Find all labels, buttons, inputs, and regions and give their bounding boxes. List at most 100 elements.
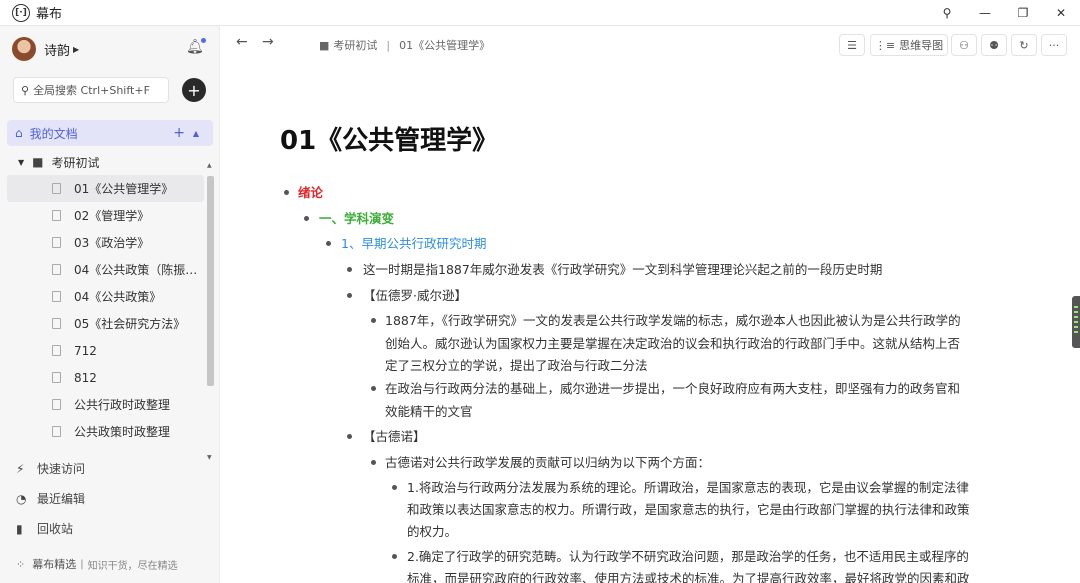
breadcrumb: ■ 考研初试 | 01《公共管理学》: [319, 37, 490, 53]
caret-down-icon[interactable]: ▼: [18, 158, 24, 167]
folder-label: 考研初试: [51, 155, 100, 170]
bullet[interactable]: [392, 554, 397, 559]
user-menu[interactable]: 诗韵 ▶: [12, 36, 79, 62]
doc-item[interactable]: 公共政策时政整理: [7, 418, 204, 445]
outline-item[interactable]: 一、学科演变: [319, 207, 394, 230]
add-button[interactable]: +: [182, 78, 206, 102]
outline-item-line[interactable]: 效能精干的文官: [385, 400, 473, 423]
bullet[interactable]: [284, 190, 289, 195]
collapse-icon[interactable]: ▲: [193, 129, 199, 138]
doc-item[interactable]: 712: [7, 337, 204, 364]
featured-sep: |: [80, 558, 84, 570]
outline-item-line[interactable]: 在政治与行政两分法的基础上，威尔逊进一步提出，一个良好政府应有两大支柱，即坚强有…: [385, 377, 960, 400]
sidebar-scrollbar[interactable]: ▲ ▼: [207, 162, 214, 462]
outline-item-line[interactable]: 2.确定了行政学的研究范畴。认为行政学不研究政治问题，那是政治学的任务，也不适用…: [407, 545, 969, 568]
document-icon: [52, 237, 61, 248]
outline-item-line[interactable]: 和政策以表达国家意志的权力。所谓行政，是国家意志的执行，它是由行政部门掌握的执行…: [407, 498, 970, 521]
sidebar-item-my-docs[interactable]: ⌂ 我的文档 + ▲: [7, 120, 213, 146]
document-icon: [52, 345, 61, 356]
doc-list: 01《公共管理学》 02《管理学》 03《政治学》 04《公共政策（陈振… 04…: [7, 175, 204, 445]
scroll-down-icon[interactable]: ▼: [207, 454, 212, 461]
trash-icon: ▮: [16, 521, 23, 536]
document-icon: [52, 183, 61, 194]
forward-icon[interactable]: →: [262, 34, 274, 50]
document-icon: [52, 318, 61, 329]
doc-item[interactable]: 04《公共政策》: [7, 283, 204, 310]
outline-item[interactable]: 这一时期是指1887年威尔逊发表《行政学研究》一文到科学管理理论兴起之前的一段历…: [363, 258, 882, 281]
outline-item[interactable]: 【伍德罗·威尔逊】: [363, 284, 467, 307]
doc-item[interactable]: 公共行政时政整理: [7, 391, 204, 418]
avatar[interactable]: [12, 37, 36, 61]
outline-item[interactable]: 1、早期公共行政研究时期: [341, 232, 486, 255]
outline-item-line[interactable]: 1887年，《行政学研究》一文的发表是公共行政学发端的标志，威尔逊本人也因此被认…: [385, 309, 961, 332]
doc-item[interactable]: 01《公共管理学》: [7, 175, 204, 202]
my-docs-label: 我的文档: [29, 126, 78, 141]
back-icon[interactable]: ←: [236, 34, 248, 50]
doc-item[interactable]: 03《政治学》: [7, 229, 204, 256]
add-doc-icon[interactable]: +: [173, 125, 185, 141]
bullet[interactable]: [371, 460, 376, 465]
document-icon: [52, 264, 61, 275]
home-icon: ⌂: [15, 126, 23, 140]
document-icon: [52, 372, 61, 383]
share-icon[interactable]: ⚇: [951, 34, 977, 56]
breadcrumb-folder[interactable]: 考研初试: [333, 37, 377, 53]
notification-dot: [201, 38, 206, 43]
collaborate-icon[interactable]: ⚉: [981, 34, 1007, 56]
scroll-thumb[interactable]: [207, 176, 214, 386]
search-placeholder: 全局搜索 Ctrl+Shift+F: [33, 84, 150, 97]
export-icon[interactable]: ↻: [1011, 34, 1037, 56]
doc-item[interactable]: 05《社会研究方法》: [7, 310, 204, 337]
doc-title[interactable]: 01《公共管理学》: [280, 120, 498, 157]
outline-item[interactable]: 古德诺对公共行政学发展的贡献可以归纳为以下两个方面：: [385, 451, 710, 474]
trash-label: 回收站: [37, 522, 74, 536]
clock-icon: ◔: [16, 491, 27, 506]
side-panel-handle[interactable]: [1072, 296, 1080, 348]
document-icon: [52, 399, 61, 410]
restore-icon[interactable]: ❐: [1004, 0, 1042, 26]
sidebar: 诗韵 ▶ 🔔︎ ⚲ 全局搜索 Ctrl+Shift+F + ⌂ 我的文档 + ▲…: [0, 26, 220, 583]
document-icon: [52, 426, 61, 437]
bullet[interactable]: [392, 485, 397, 490]
user-name[interactable]: 诗韵: [44, 40, 70, 59]
bullet[interactable]: [304, 216, 309, 221]
bullet[interactable]: [371, 386, 376, 391]
pin-icon[interactable]: ⚲: [928, 0, 966, 26]
title-bar: [·] 幕布 ⚲ — ❐ ✕: [0, 0, 1080, 26]
more-icon[interactable]: ···: [1041, 34, 1067, 56]
doc-item[interactable]: 04《公共政策（陈振…: [7, 256, 204, 283]
close-icon[interactable]: ✕: [1042, 0, 1080, 26]
minimize-icon[interactable]: —: [966, 0, 1004, 26]
sidebar-item-trash[interactable]: ▮ 回收站: [16, 520, 73, 537]
outline-item[interactable]: 【古德诺】: [363, 425, 426, 448]
lightning-icon: ⚡︎: [16, 461, 25, 476]
folder-icon: ■: [319, 38, 330, 52]
document-icon: [52, 291, 61, 302]
search-icon: ⚲: [21, 83, 30, 97]
outline-item-line[interactable]: 定了三权分立的学说，提出了政治与行政二分法: [385, 354, 648, 377]
mindmap-button[interactable]: ⋮≡ 思维导图: [870, 34, 948, 56]
sidebar-item-quick-access[interactable]: ⚡︎ 快速访问: [16, 460, 85, 477]
outline-item[interactable]: 绪论: [298, 181, 323, 204]
scroll-up-icon[interactable]: ▲: [207, 162, 212, 169]
mindmap-icon: ⋮≡: [874, 38, 896, 52]
folder-item[interactable]: ▼ ■ 考研初试: [18, 154, 100, 170]
bullet[interactable]: [326, 241, 331, 246]
featured-logo-icon: ⁘: [16, 557, 26, 571]
mindmap-label: 思维导图: [899, 39, 944, 52]
find-icon[interactable]: ☰: [839, 34, 865, 56]
bullet[interactable]: [347, 267, 352, 272]
sidebar-item-recent[interactable]: ◔ 最近编辑: [16, 490, 85, 507]
bullet[interactable]: [347, 434, 352, 439]
outline-item-line[interactable]: 的权力。: [407, 520, 457, 543]
outline-item-line[interactable]: 1.将政治与行政两分法发展为系统的理论。所谓政治，是国家意志的表现，它是由议会掌…: [407, 476, 969, 499]
app-title: 幕布: [36, 7, 63, 22]
search-input[interactable]: ⚲ 全局搜索 Ctrl+Shift+F: [13, 77, 169, 103]
outline-item-line[interactable]: 创始人。威尔逊认为国家权力主要是掌握在决定政治的议会和执行政治的行政部门手中。这…: [385, 332, 960, 355]
featured-link[interactable]: ⁘ 幕布精选 | 知识干货，尽在精选: [16, 556, 178, 572]
bullet[interactable]: [371, 318, 376, 323]
outline-item-line[interactable]: 标准，而是研究政府的行政效率、使用方法或技术的标准。为了提高行政效率，最好将政党…: [407, 567, 970, 583]
bullet[interactable]: [347, 293, 352, 298]
doc-item[interactable]: 02《管理学》: [7, 202, 204, 229]
doc-item[interactable]: 812: [7, 364, 204, 391]
